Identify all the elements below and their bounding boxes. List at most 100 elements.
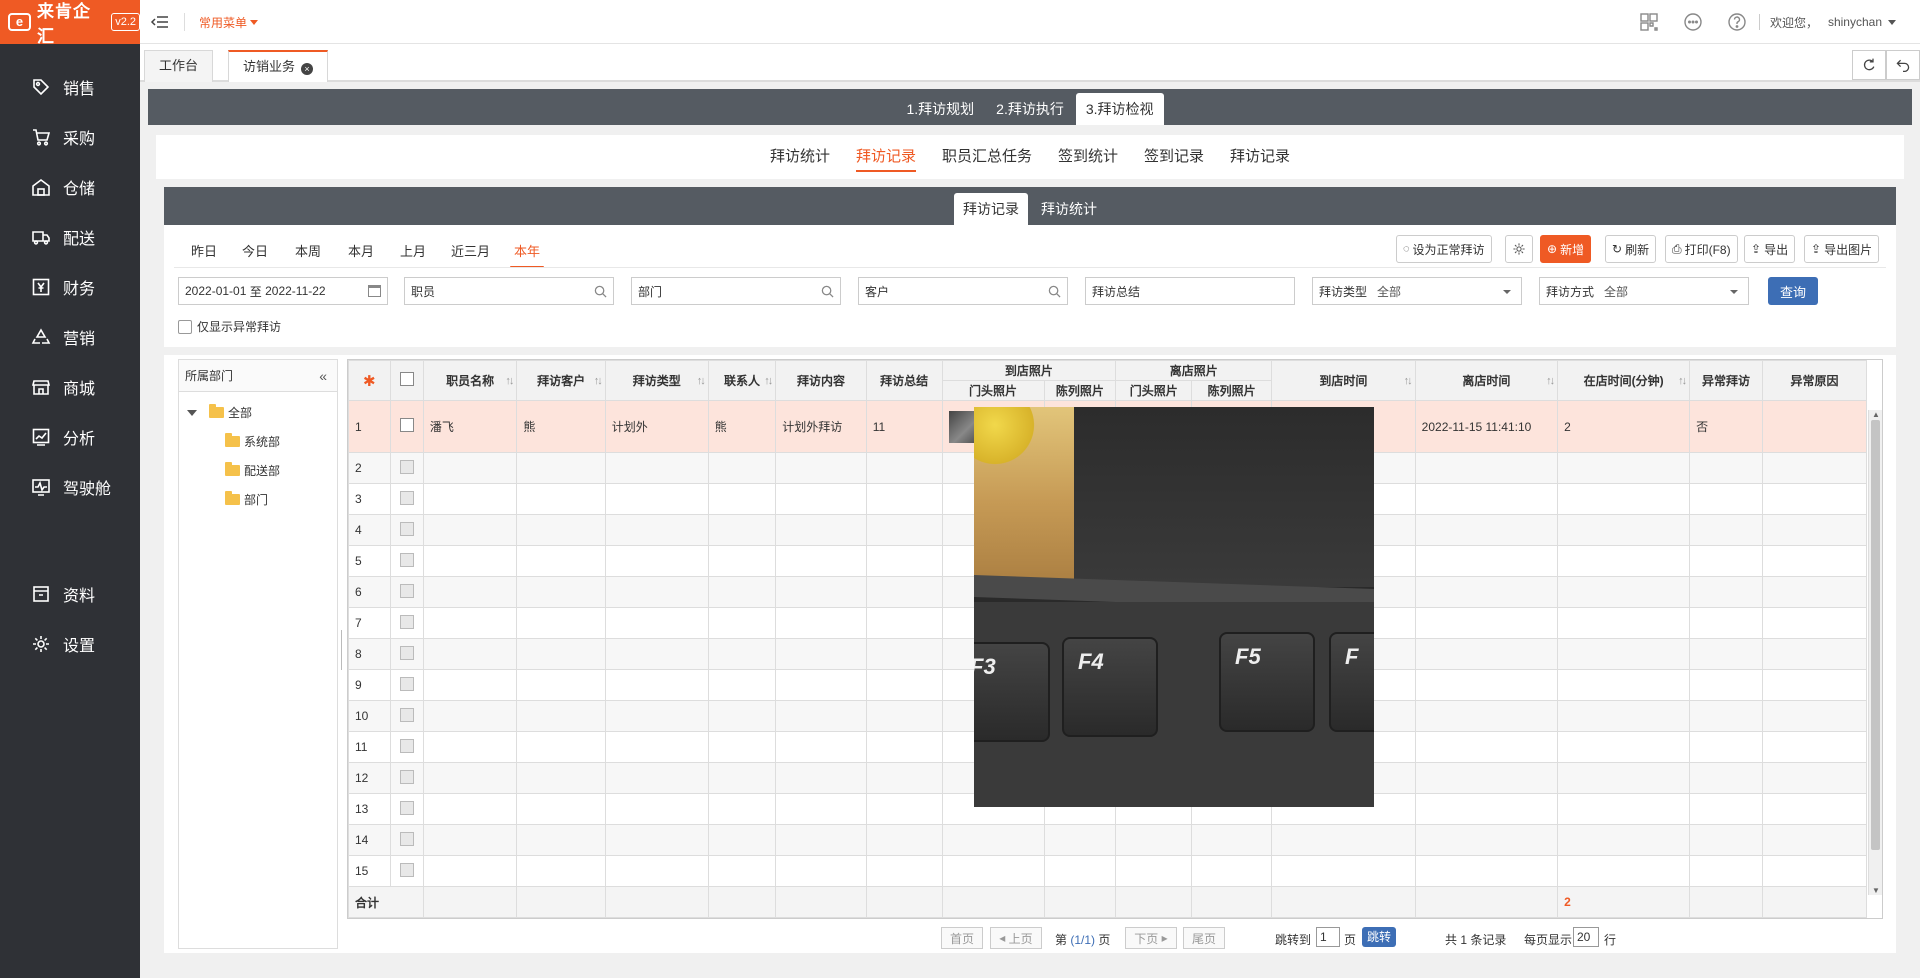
scroll-up-icon[interactable]: ▲ [1872,410,1880,419]
first-page-button[interactable]: 首页 [941,927,983,949]
gear-icon[interactable]: ✱ [363,373,376,390]
row-checkbox[interactable] [399,707,414,722]
row-select-cell[interactable] [389,545,424,577]
nav-purchase[interactable]: 采购 [0,112,140,162]
sort-icon[interactable]: ↑↓ [1546,375,1555,387]
step-plan[interactable]: 1.拜访规划 [896,93,984,125]
user-name[interactable]: shinychan [1828,15,1882,29]
subnav-visit-records-2[interactable]: 拜访记录 [1230,135,1290,179]
nav-delivery[interactable]: 配送 [0,212,140,262]
print-button[interactable]: ⎙ 打印(F8) [1665,235,1738,263]
employee-input[interactable]: 职员 [404,277,614,305]
row-select-cell[interactable] [389,669,424,701]
visit-type-select[interactable]: 拜访类型 全部 [1312,277,1522,305]
customer-input[interactable]: 客户 [858,277,1068,305]
col-type[interactable]: 拜访类型 ↑↓ [604,360,709,401]
row-checkbox[interactable] [399,614,414,629]
tree-node-department[interactable]: 部门 [225,491,268,508]
date-range-input[interactable]: 2022-01-01 至 2022-11-22 [178,277,388,305]
row-checkbox[interactable] [399,490,414,505]
help-icon[interactable] [1715,0,1759,44]
prev-page-button[interactable]: ◂ 上页 [990,927,1042,949]
row-select-cell[interactable] [389,762,424,794]
per-page-input[interactable]: 20 [1573,927,1599,947]
col-arrive-time[interactable]: 到店时间 ↑↓ [1271,360,1416,401]
scroll-down-icon[interactable]: ▼ [1872,886,1880,895]
set-normal-button[interactable]: ◌ 设为正常拜访 [1396,235,1492,263]
date-last-3-months[interactable]: 近三月 [451,241,490,260]
step-execute[interactable]: 2.拜访执行 [986,93,1074,125]
photo-preview[interactable]: F3 F4 F5 F [974,407,1374,807]
nav-mall[interactable]: 商城 [0,362,140,412]
step-review[interactable]: 3.拜访检视 [1075,93,1164,125]
col-contact[interactable]: 联系人 ↑↓ [707,360,777,401]
row-select-cell[interactable] [389,731,424,763]
collapse-icon[interactable]: « [319,360,327,392]
col-customer[interactable]: 拜访客户 ↑↓ [516,360,606,401]
sort-icon[interactable]: ↑↓ [1678,375,1687,387]
col-stay[interactable]: 在店时间(分钟) ↑↓ [1557,360,1691,401]
tree-node-system[interactable]: 系统部 [225,433,280,450]
nav-settings[interactable]: 设置 [0,619,140,669]
subnav-visit-records[interactable]: 拜访记录 [855,135,916,179]
nav-data[interactable]: 资料 [0,569,140,619]
row-select-cell[interactable] [389,576,424,608]
col-leave-time[interactable]: 离店时间 ↑↓ [1414,360,1559,401]
nav-analysis[interactable]: 分析 [0,412,140,462]
search-icon[interactable] [821,285,834,298]
row-select-cell[interactable] [389,824,424,856]
row-checkbox[interactable] [399,676,414,691]
tree-node-delivery[interactable]: 配送部 [225,462,280,479]
tab-visit-stats[interactable]: 拜访统计 [1032,193,1106,225]
tab-visit-business[interactable]: 访销业务 × [228,50,329,82]
sort-icon[interactable]: ↑↓ [697,375,706,387]
app-logo[interactable]: e 来肯企汇 v2.2 [0,0,140,46]
search-icon[interactable] [594,285,607,298]
export-image-button[interactable]: ⇪ 导出图片 [1804,235,1880,263]
query-button[interactable]: 查询 [1768,277,1818,305]
table-row[interactable]: 15 [348,855,1868,887]
calendar-icon[interactable] [368,285,381,297]
nav-sales[interactable]: 销售 [0,62,140,112]
summary-input[interactable]: 拜访总结 [1085,277,1295,305]
user-caret-icon[interactable] [1888,19,1896,25]
last-page-button[interactable]: 尾页 [1183,927,1225,949]
nav-marketing[interactable]: 营销 [0,312,140,362]
row-checkbox[interactable] [399,459,414,474]
nav-warehouse[interactable]: 仓储 [0,162,140,212]
scrollbar-thumb[interactable] [1871,420,1880,850]
nav-cockpit[interactable]: 驾驶舱 [0,462,140,512]
vertical-scrollbar[interactable]: ▲ ▼ [1868,410,1882,895]
row-checkbox[interactable] [399,769,414,784]
row-checkbox[interactable] [399,738,414,753]
col-employee[interactable]: 职员名称 ↑↓ [422,360,518,401]
subnav-visit-stats[interactable]: 拜访统计 [770,135,830,179]
subnav-checkin-stats[interactable]: 签到统计 [1058,135,1118,179]
row-select-cell[interactable] [389,452,424,484]
date-yesterday[interactable]: 昨日 [191,241,217,260]
export-button[interactable]: ⇪ 导出 [1744,235,1796,263]
row-checkbox[interactable] [399,521,414,536]
select-all-checkbox[interactable] [399,372,414,386]
sort-icon[interactable]: ↑↓ [764,375,773,387]
tab-visit-records[interactable]: 拜访记录 [954,193,1028,225]
sort-icon[interactable]: ↑↓ [1404,375,1413,387]
row-select-cell[interactable] [389,855,424,887]
visit-method-select[interactable]: 拜访方式 全部 [1539,277,1749,305]
splitter-handle[interactable] [341,630,344,670]
nav-finance[interactable]: 财务 [0,262,140,312]
select-all-cell[interactable] [389,360,424,401]
menu-toggle-icon[interactable] [150,12,170,32]
tree-node-all[interactable]: 全部 [187,404,252,421]
row-checkbox[interactable] [399,831,414,846]
row-checkbox[interactable] [399,583,414,598]
row-checkbox[interactable] [399,800,414,815]
row-checkbox[interactable] [399,552,414,567]
next-page-button[interactable]: 下页 ▸ [1125,927,1177,949]
caret-down-icon[interactable] [187,409,197,416]
jump-button[interactable]: 跳转 [1362,927,1397,947]
qrcode-icon[interactable] [1627,0,1671,44]
add-button[interactable]: ⊕ 新增 [1540,235,1592,263]
grid-settings-cell[interactable]: ✱ [348,360,391,401]
row-checkbox[interactable] [399,645,414,660]
